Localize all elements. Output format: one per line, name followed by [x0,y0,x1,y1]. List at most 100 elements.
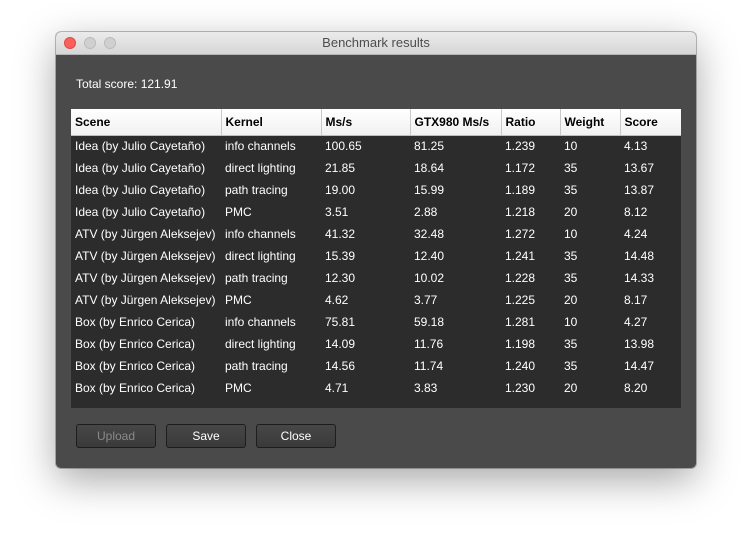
window-title: Benchmark results [322,35,430,50]
table-row[interactable]: Box (by Enrico Cerica) info channels 75.… [71,311,681,333]
column-header-kernel[interactable]: Kernel [221,109,322,136]
cell-weight: 10 [564,315,578,329]
table-row[interactable]: Idea (by Julio Cayetaño) info channels 1… [71,135,681,157]
cell-ratio: 1.281 [505,315,536,329]
cell-score: 4.24 [624,227,648,241]
cell-weight: 35 [564,359,578,373]
cell-ms-s: 12.30 [325,271,356,285]
cell-score: 14.47 [624,359,655,373]
cell-weight: 10 [564,139,578,154]
cell-weight: 35 [564,183,578,197]
cell-ms-s: 4.62 [325,293,349,307]
table-row[interactable]: Box (by Enrico Cerica) path tracing 14.5… [71,355,681,377]
cell-kernel: direct lighting [225,249,296,263]
column-header-weight[interactable]: Weight [560,109,621,136]
cell-gtx980-ms-s: 3.83 [414,381,438,395]
cell-scene: Box (by Enrico Cerica) [75,337,196,351]
cell-kernel: info channels [225,139,296,154]
cell-ratio: 1.241 [505,249,536,263]
cell-scene: Idea (by Julio Cayetaño) [75,183,206,197]
table-row[interactable]: Box (by Enrico Cerica) direct lighting 1… [71,333,681,355]
cell-gtx980-ms-s: 15.99 [414,183,445,197]
title-bar[interactable]: Benchmark results [56,32,696,55]
cell-weight: 35 [564,271,578,285]
cell-ms-s: 100.65 [325,139,362,154]
cell-score: 4.13 [624,139,648,154]
column-header-ratio[interactable]: Ratio [501,109,561,136]
table-row[interactable]: ATV (by Jürgen Aleksejev) PMC 4.62 3.77 … [71,289,681,311]
cell-kernel: PMC [225,205,252,219]
cell-kernel: path tracing [225,271,288,285]
cell-ms-s: 75.81 [325,315,356,329]
cell-weight: 20 [564,293,578,307]
cell-gtx980-ms-s: 12.40 [414,249,445,263]
table-row[interactable]: ATV (by Jürgen Aleksejev) info channels … [71,223,681,245]
cell-weight: 35 [564,161,578,175]
cell-gtx980-ms-s: 81.25 [414,139,445,154]
cell-ratio: 1.225 [505,293,536,307]
column-header-gtx980-ms-s[interactable]: GTX980 Ms/s [410,109,502,136]
cell-gtx980-ms-s: 18.64 [414,161,445,175]
cell-scene: Idea (by Julio Cayetaño) [75,161,206,175]
cell-scene: Idea (by Julio Cayetaño) [75,205,206,219]
cell-kernel: path tracing [225,359,288,373]
cell-ratio: 1.198 [505,337,536,351]
cell-score: 13.98 [624,337,655,351]
column-header-scene[interactable]: Scene [71,109,222,136]
save-button[interactable]: Save [166,424,246,448]
cell-scene: ATV (by Jürgen Aleksejev) [75,271,216,285]
cell-ms-s: 41.32 [325,227,356,241]
table-row[interactable]: Idea (by Julio Cayetaño) path tracing 19… [71,179,681,201]
cell-score: 13.67 [624,161,655,175]
results-table: Scene Kernel Ms/s GTX980 Ms/s Ratio Weig… [71,109,681,399]
cell-scene: Box (by Enrico Cerica) [75,315,196,329]
cell-scene: Box (by Enrico Cerica) [75,359,196,373]
cell-weight: 10 [564,227,578,241]
cell-ratio: 1.218 [505,205,536,219]
cell-kernel: direct lighting [225,161,296,175]
cell-score: 8.12 [624,205,648,219]
cell-kernel: PMC [225,381,252,395]
benchmark-results-window: Benchmark results Total score: 121.91 Sc… [56,32,696,468]
cell-scene: ATV (by Jürgen Aleksejev) [75,293,216,307]
table-row[interactable]: Box (by Enrico Cerica) PMC 4.71 3.83 1.2… [71,377,681,399]
cell-ratio: 1.230 [505,381,536,395]
cell-score: 8.20 [624,381,648,395]
table-row[interactable]: Idea (by Julio Cayetaño) PMC 3.51 2.88 1… [71,201,681,223]
cell-weight: 20 [564,205,578,219]
cell-ms-s: 19.00 [325,183,356,197]
cell-gtx980-ms-s: 32.48 [414,227,445,241]
close-button[interactable]: Close [256,424,336,448]
cell-kernel: direct lighting [225,337,296,351]
cell-ms-s: 4.71 [325,381,349,395]
cell-score: 14.33 [624,271,655,285]
cell-gtx980-ms-s: 11.76 [414,337,444,351]
cell-score: 8.17 [624,293,648,307]
cell-ms-s: 3.51 [325,205,349,219]
upload-button[interactable]: Upload [76,424,156,448]
cell-gtx980-ms-s: 3.77 [414,293,438,307]
total-score-label: Total score: 121.91 [76,77,178,91]
table-row[interactable]: Idea (by Julio Cayetaño) direct lighting… [71,157,681,179]
column-header-score[interactable]: Score [620,109,681,136]
cell-kernel: PMC [225,293,252,307]
cell-ratio: 1.172 [505,161,536,175]
cell-ratio: 1.228 [505,271,536,285]
cell-scene: ATV (by Jürgen Aleksejev) [75,249,216,263]
cell-ratio: 1.240 [505,359,536,373]
cell-score: 13.87 [624,183,655,197]
cell-kernel: path tracing [225,183,288,197]
cell-scene: Idea (by Julio Cayetaño) [75,139,206,154]
cell-ratio: 1.272 [505,227,536,241]
results-table-container: Scene Kernel Ms/s GTX980 Ms/s Ratio Weig… [71,109,681,408]
cell-weight: 35 [564,249,578,263]
cell-ratio: 1.189 [505,183,536,197]
cell-score: 14.48 [624,249,655,263]
table-header-row: Scene Kernel Ms/s GTX980 Ms/s Ratio Weig… [71,109,681,136]
cell-scene: ATV (by Jürgen Aleksejev) [75,227,216,241]
cell-gtx980-ms-s: 59.18 [414,315,445,329]
table-row[interactable]: ATV (by Jürgen Aleksejev) path tracing 1… [71,267,681,289]
cell-scene: Box (by Enrico Cerica) [75,381,196,395]
column-header-ms-s[interactable]: Ms/s [321,109,411,136]
table-row[interactable]: ATV (by Jürgen Aleksejev) direct lightin… [71,245,681,267]
